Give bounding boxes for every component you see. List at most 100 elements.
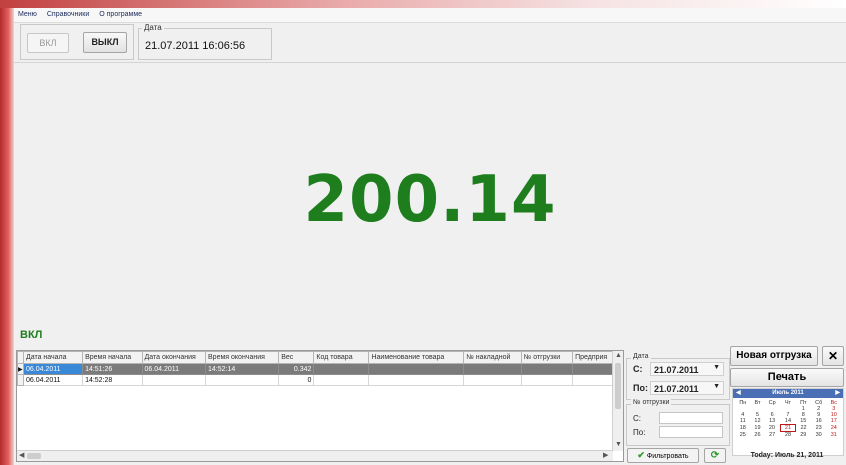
print-button[interactable]: Печать [730, 368, 844, 387]
column-header[interactable]: № отгрузки [520, 351, 574, 364]
table-cell[interactable]: 14:51:26 [82, 363, 143, 375]
table-row[interactable]: 06.04.2011 14:52:28 0 [17, 374, 613, 386]
column-header[interactable]: Дата начала [22, 351, 84, 364]
control-panel: ВКЛ ВЫКЛ [20, 24, 134, 60]
scroll-left-icon[interactable]: ◀ [19, 452, 24, 460]
table-cell[interactable] [520, 374, 574, 386]
table-cell[interactable] [572, 374, 613, 386]
scale-app-window: Меню Справочники О программе ВКЛ ВЫКЛ Да… [14, 8, 846, 465]
date-to-label: По: [633, 383, 648, 393]
table-cell[interactable]: 06.04.2011 [141, 363, 207, 375]
calendar-day[interactable]: 24 [827, 425, 841, 432]
calendar-day[interactable]: 20 [764, 425, 780, 432]
menu-item-main[interactable]: Меню [14, 8, 41, 18]
scroll-down-icon[interactable]: ▼ [615, 441, 622, 449]
horizontal-scrollbar[interactable]: ◀ ▶ [17, 450, 613, 461]
on-button[interactable]: ВКЛ [27, 33, 69, 53]
column-header[interactable]: Наименование товара [368, 351, 465, 364]
grid-header-row: Дата начала Время начала Дата окончания … [17, 351, 613, 364]
menu-item-about[interactable]: О программе [95, 8, 146, 18]
calendar-prev-icon[interactable]: ◀ [736, 389, 741, 398]
table-cell[interactable]: 06.04.2011 [22, 363, 84, 375]
vertical-scrollbar[interactable]: ▲ ▼ [612, 351, 623, 451]
refresh-icon[interactable]: ⟳ [704, 448, 726, 463]
calendar-header: ◀ Июль 2011 ▶ [733, 389, 843, 398]
calendar-day[interactable]: 23 [811, 425, 827, 432]
shipment-to-label: По: [633, 428, 646, 437]
scroll-right-icon[interactable]: ▶ [603, 452, 608, 460]
calendar-day[interactable]: 19 [751, 425, 765, 432]
date-from-value: 21.07.2011 [654, 365, 699, 375]
off-button[interactable]: ВЫКЛ [83, 32, 127, 53]
horizontal-scroll-thumb[interactable] [27, 453, 41, 459]
calendar-day[interactable]: 29 [796, 432, 811, 439]
calendar-day[interactable]: 28 [780, 432, 796, 439]
table-cell[interactable] [313, 374, 370, 386]
chevron-down-icon[interactable]: ▼ [713, 364, 720, 371]
vertical-scroll-thumb[interactable] [615, 363, 621, 409]
shipments-grid[interactable]: Дата начала Время начала Дата окончания … [16, 350, 624, 462]
table-cell[interactable]: 06.04.2011 [22, 374, 84, 386]
date-to-value: 21.07.2011 [654, 384, 699, 394]
calendar-week: 18 19 20 21 22 23 24 [735, 424, 841, 432]
table-cell[interactable]: 0.342 [278, 363, 315, 375]
date-to-combo[interactable]: 21.07.2011 ▼ [650, 381, 724, 395]
shipment-from-label: С: [633, 414, 641, 423]
calendar-day[interactable]: 18 [735, 425, 751, 432]
month-calendar[interactable]: ◀ Июль 2011 ▶ Пн Вт Ср Чт Пт Сб Вс 1 2 3… [732, 388, 844, 456]
calendar-day[interactable]: 22 [796, 425, 811, 432]
table-cell[interactable] [368, 374, 465, 386]
menu-item-directories[interactable]: Справочники [43, 8, 93, 18]
calendar-month-label: Июль 2011 [772, 390, 804, 396]
new-shipment-button[interactable]: Новая отгрузка [730, 346, 818, 366]
table-cell[interactable]: 14:52:14 [205, 363, 280, 375]
table-cell[interactable] [520, 363, 574, 375]
calendar-day[interactable]: 30 [811, 432, 827, 439]
calendar-grid: Пн Вт Ср Чт Пт Сб Вс 1 2 3 4 5 6 7 8 9 1… [735, 400, 841, 438]
table-cell[interactable] [572, 363, 613, 375]
calendar-day[interactable]: 26 [751, 432, 765, 439]
calendar-day-today[interactable]: 21 [779, 424, 797, 432]
scroll-up-icon[interactable]: ▲ [615, 352, 622, 360]
menu-bar: Меню Справочники О программе [14, 8, 846, 23]
calendar-day[interactable]: 31 [827, 432, 841, 439]
column-header[interactable]: Код товара [313, 351, 370, 364]
chevron-down-icon[interactable]: ▼ [713, 383, 720, 390]
close-icon[interactable]: ✕ [822, 346, 844, 366]
table-cell[interactable]: 0 [278, 374, 315, 386]
background-window-edge [0, 0, 14, 465]
date-panel-label: Дата [142, 23, 164, 32]
scale-status: ВКЛ [20, 329, 43, 341]
shipment-from-input[interactable] [659, 412, 723, 424]
calendar-today-label[interactable]: Today: Июль 21, 2011 [732, 452, 842, 459]
column-header[interactable]: Дата окончания [141, 351, 207, 364]
shipment-filter-group [626, 404, 730, 446]
column-header[interactable]: Предприя [572, 351, 613, 364]
column-header[interactable]: Вес [278, 351, 315, 364]
date-from-combo[interactable]: 21.07.2011 ▼ [650, 362, 724, 376]
column-header[interactable]: № накладной [463, 351, 522, 364]
table-cell[interactable] [141, 374, 207, 386]
table-cell[interactable]: 14:52:28 [82, 374, 143, 386]
calendar-day[interactable]: 27 [764, 432, 780, 439]
table-cell[interactable] [205, 374, 280, 386]
table-cell[interactable] [368, 363, 465, 375]
shipment-filter-label: № отгрузки [631, 399, 672, 406]
date-from-label: С: [633, 364, 643, 374]
shipment-to-input[interactable] [659, 426, 723, 438]
filter-button[interactable]: ✔ Фильтровать [627, 448, 699, 463]
background-window-top [0, 0, 846, 8]
table-cell[interactable] [463, 363, 522, 375]
column-header[interactable]: Время начала [82, 351, 143, 364]
column-header[interactable]: Время окончания [205, 351, 280, 364]
checkmark-icon: ✔ [637, 450, 645, 460]
calendar-day[interactable]: 25 [735, 432, 751, 439]
table-cell[interactable] [463, 374, 522, 386]
table-cell[interactable] [313, 363, 370, 375]
current-datetime: 21.07.2011 16:06:56 [145, 40, 246, 52]
calendar-week: 25 26 27 28 29 30 31 [735, 432, 841, 439]
calendar-next-icon[interactable]: ▶ [835, 389, 840, 398]
shipments-table: Дата начала Время начала Дата окончания … [17, 351, 613, 386]
date-filter-label: Дата [631, 353, 651, 360]
table-row[interactable]: ▶ 06.04.2011 14:51:26 06.04.2011 14:52:1… [17, 363, 613, 375]
